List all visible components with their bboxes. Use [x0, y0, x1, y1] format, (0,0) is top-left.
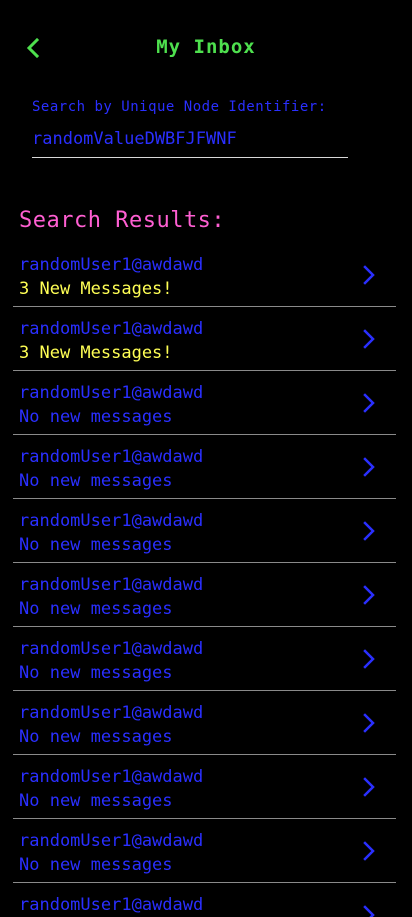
chevron-right-icon — [363, 777, 375, 797]
chevron-right-icon — [363, 457, 375, 477]
message-status: No new messages — [19, 663, 173, 683]
result-username: randomUser1@awdawd — [19, 575, 204, 595]
result-row[interactable]: randomUser1@awdawd No new messages — [13, 499, 396, 563]
result-row[interactable]: randomUser1@awdawd No new messages — [13, 435, 396, 499]
chevron-right-icon — [363, 841, 375, 861]
chevron-right-icon — [363, 905, 375, 917]
chevron-right-icon — [363, 521, 375, 541]
message-status: No new messages — [19, 599, 173, 619]
result-row[interactable]: randomUser1@awdawd — [13, 883, 396, 917]
chevron-right-icon — [363, 393, 375, 413]
result-username: randomUser1@awdawd — [19, 255, 204, 275]
result-row[interactable]: randomUser1@awdawd 3 New Messages! — [13, 307, 396, 371]
result-username: randomUser1@awdawd — [19, 383, 204, 403]
result-username: randomUser1@awdawd — [19, 511, 204, 531]
chevron-right-icon — [363, 713, 375, 733]
app-header: My Inbox — [0, 0, 412, 90]
result-username: randomUser1@awdawd — [19, 895, 204, 915]
result-username: randomUser1@awdawd — [19, 447, 204, 467]
results-heading: Search Results: — [19, 208, 226, 233]
result-row[interactable]: randomUser1@awdawd No new messages — [13, 627, 396, 691]
result-row[interactable]: randomUser1@awdawd No new messages — [13, 755, 396, 819]
result-username: randomUser1@awdawd — [19, 767, 204, 787]
new-messages-status: 3 New Messages! — [19, 343, 173, 363]
result-row[interactable]: randomUser1@awdawd 3 New Messages! — [13, 243, 396, 307]
chevron-right-icon — [363, 265, 375, 285]
message-status: No new messages — [19, 855, 173, 875]
message-status: No new messages — [19, 791, 173, 811]
page-title: My Inbox — [156, 36, 256, 58]
result-row[interactable]: randomUser1@awdawd No new messages — [13, 819, 396, 883]
chevron-right-icon — [363, 329, 375, 349]
new-messages-status: 3 New Messages! — [19, 279, 173, 299]
result-username: randomUser1@awdawd — [19, 639, 204, 659]
chevron-right-icon — [363, 649, 375, 669]
result-username: randomUser1@awdawd — [19, 703, 204, 723]
results-list: randomUser1@awdawd 3 New Messages! randomU… — [13, 243, 396, 917]
search-label: Search by Unique Node Identifier: — [32, 99, 327, 115]
result-row[interactable]: randomUser1@awdawd No new messages — [13, 563, 396, 627]
result-row[interactable]: randomUser1@awdawd No new messages — [13, 691, 396, 755]
result-username: randomUser1@awdawd — [19, 831, 204, 851]
message-status: No new messages — [19, 471, 173, 491]
search-input[interactable] — [32, 126, 348, 158]
message-status: No new messages — [19, 535, 173, 555]
result-row[interactable]: randomUser1@awdawd No new messages — [13, 371, 396, 435]
result-username: randomUser1@awdawd — [19, 319, 204, 339]
message-status: No new messages — [19, 727, 173, 747]
message-status: No new messages — [19, 407, 173, 427]
chevron-right-icon — [363, 585, 375, 605]
